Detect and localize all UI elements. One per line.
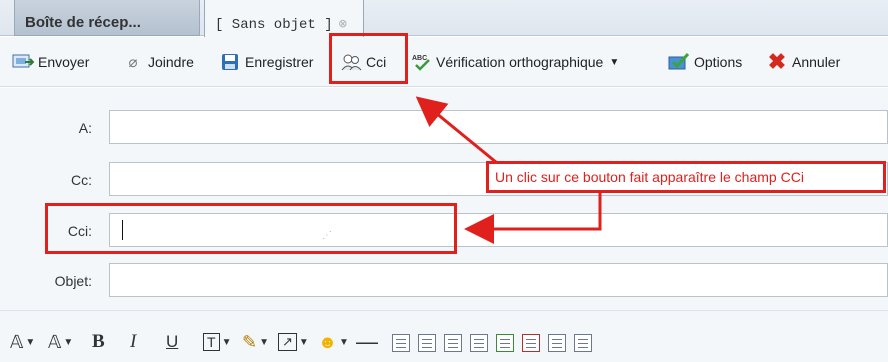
subject-label: Objet: xyxy=(54,273,92,289)
send-button[interactable]: Envoyer xyxy=(12,50,89,74)
options-button[interactable]: Options xyxy=(668,50,742,74)
formatting-toolbar: 𝔸 ▼ 𝔸 ▼ B I U T ▼ ✎ ▼ ↗ ▼ ☻ ▼ — xyxy=(0,310,888,362)
attach-button[interactable]: ⌀ Joindre xyxy=(122,50,194,74)
smiley-icon: ☻ xyxy=(318,331,337,352)
font-family-button[interactable]: 𝔸 ▼ xyxy=(10,330,35,354)
text-color-button[interactable]: T ▼ xyxy=(203,330,231,354)
spellcheck-dropdown-icon[interactable]: ▼ xyxy=(609,57,619,68)
cancel-label: Annuler xyxy=(792,54,841,70)
bulleted-list-button[interactable] xyxy=(574,334,592,352)
attach-label: Joindre xyxy=(148,54,194,70)
options-icon xyxy=(668,52,690,72)
justify-button[interactable] xyxy=(470,334,488,352)
tab-compose-label: [ Sans objet ] xyxy=(215,17,333,33)
italic-button[interactable]: I xyxy=(130,330,136,354)
options-label: Options xyxy=(694,54,743,70)
highlight-icon: ✎ xyxy=(242,331,258,352)
emoticon-button[interactable]: ☻ ▼ xyxy=(318,330,349,354)
compose-toolbar: Envoyer ⌀ Joindre Enregistrer Cci ABC Vé… xyxy=(0,37,888,87)
to-field[interactable] xyxy=(109,110,888,144)
align-center-button[interactable] xyxy=(418,334,436,352)
svg-text:ABC: ABC xyxy=(412,55,427,62)
send-icon xyxy=(12,52,34,72)
to-label: A: xyxy=(78,120,92,136)
annotation-callout: Un clic sur ce bouton fait apparaître le… xyxy=(486,161,886,193)
paperclip-icon: ⌀ xyxy=(128,54,138,71)
insert-link-button[interactable]: ↗ ▼ xyxy=(278,330,309,354)
spellcheck-button[interactable]: ABC Vérification orthographique ▼ xyxy=(410,50,619,74)
tab-compose[interactable]: [ Sans objet ] ⊗ xyxy=(204,0,364,37)
bcc-button-highlight xyxy=(329,33,408,84)
tab-strip: Boîte de récep... [ Sans objet ] ⊗ xyxy=(0,0,888,37)
tab-inbox[interactable]: Boîte de récep... xyxy=(14,0,200,36)
callout-text: Un clic sur ce bouton fait apparaître le… xyxy=(495,169,804,185)
numbered-list-button[interactable] xyxy=(548,334,566,352)
bcc-field-highlight xyxy=(45,203,457,254)
indent-button[interactable] xyxy=(496,334,514,352)
spellcheck-icon: ABC xyxy=(410,52,432,72)
horizontal-rule-button[interactable]: — xyxy=(356,329,378,354)
highlight-button[interactable]: ✎ ▼ xyxy=(242,330,269,354)
align-right-button[interactable] xyxy=(444,334,462,352)
close-x-icon: ✖ xyxy=(767,49,787,74)
cancel-button[interactable]: ✖ Annuler xyxy=(766,49,841,74)
text-color-icon: T xyxy=(203,333,220,351)
save-label: Enregistrer xyxy=(245,54,314,70)
subject-field[interactable] xyxy=(109,263,888,297)
tab-inbox-label: Boîte de récep... xyxy=(25,14,141,31)
link-icon: ↗ xyxy=(278,333,297,351)
spellcheck-label: Vérification orthographique xyxy=(436,54,604,70)
close-icon[interactable]: ⊗ xyxy=(339,16,347,33)
bold-button[interactable]: B xyxy=(92,330,105,354)
underline-button[interactable]: U xyxy=(166,330,178,354)
save-button[interactable]: Enregistrer xyxy=(219,50,313,74)
cc-label: Cc: xyxy=(71,172,92,188)
compose-form: A: Cc: Cci: ⋰ Objet: xyxy=(0,88,888,310)
send-label: Envoyer xyxy=(38,54,90,70)
outdent-button[interactable] xyxy=(522,334,540,352)
save-icon xyxy=(219,52,241,72)
font-size-button[interactable]: 𝔸 ▼ xyxy=(48,330,73,354)
align-left-button[interactable] xyxy=(392,334,410,352)
